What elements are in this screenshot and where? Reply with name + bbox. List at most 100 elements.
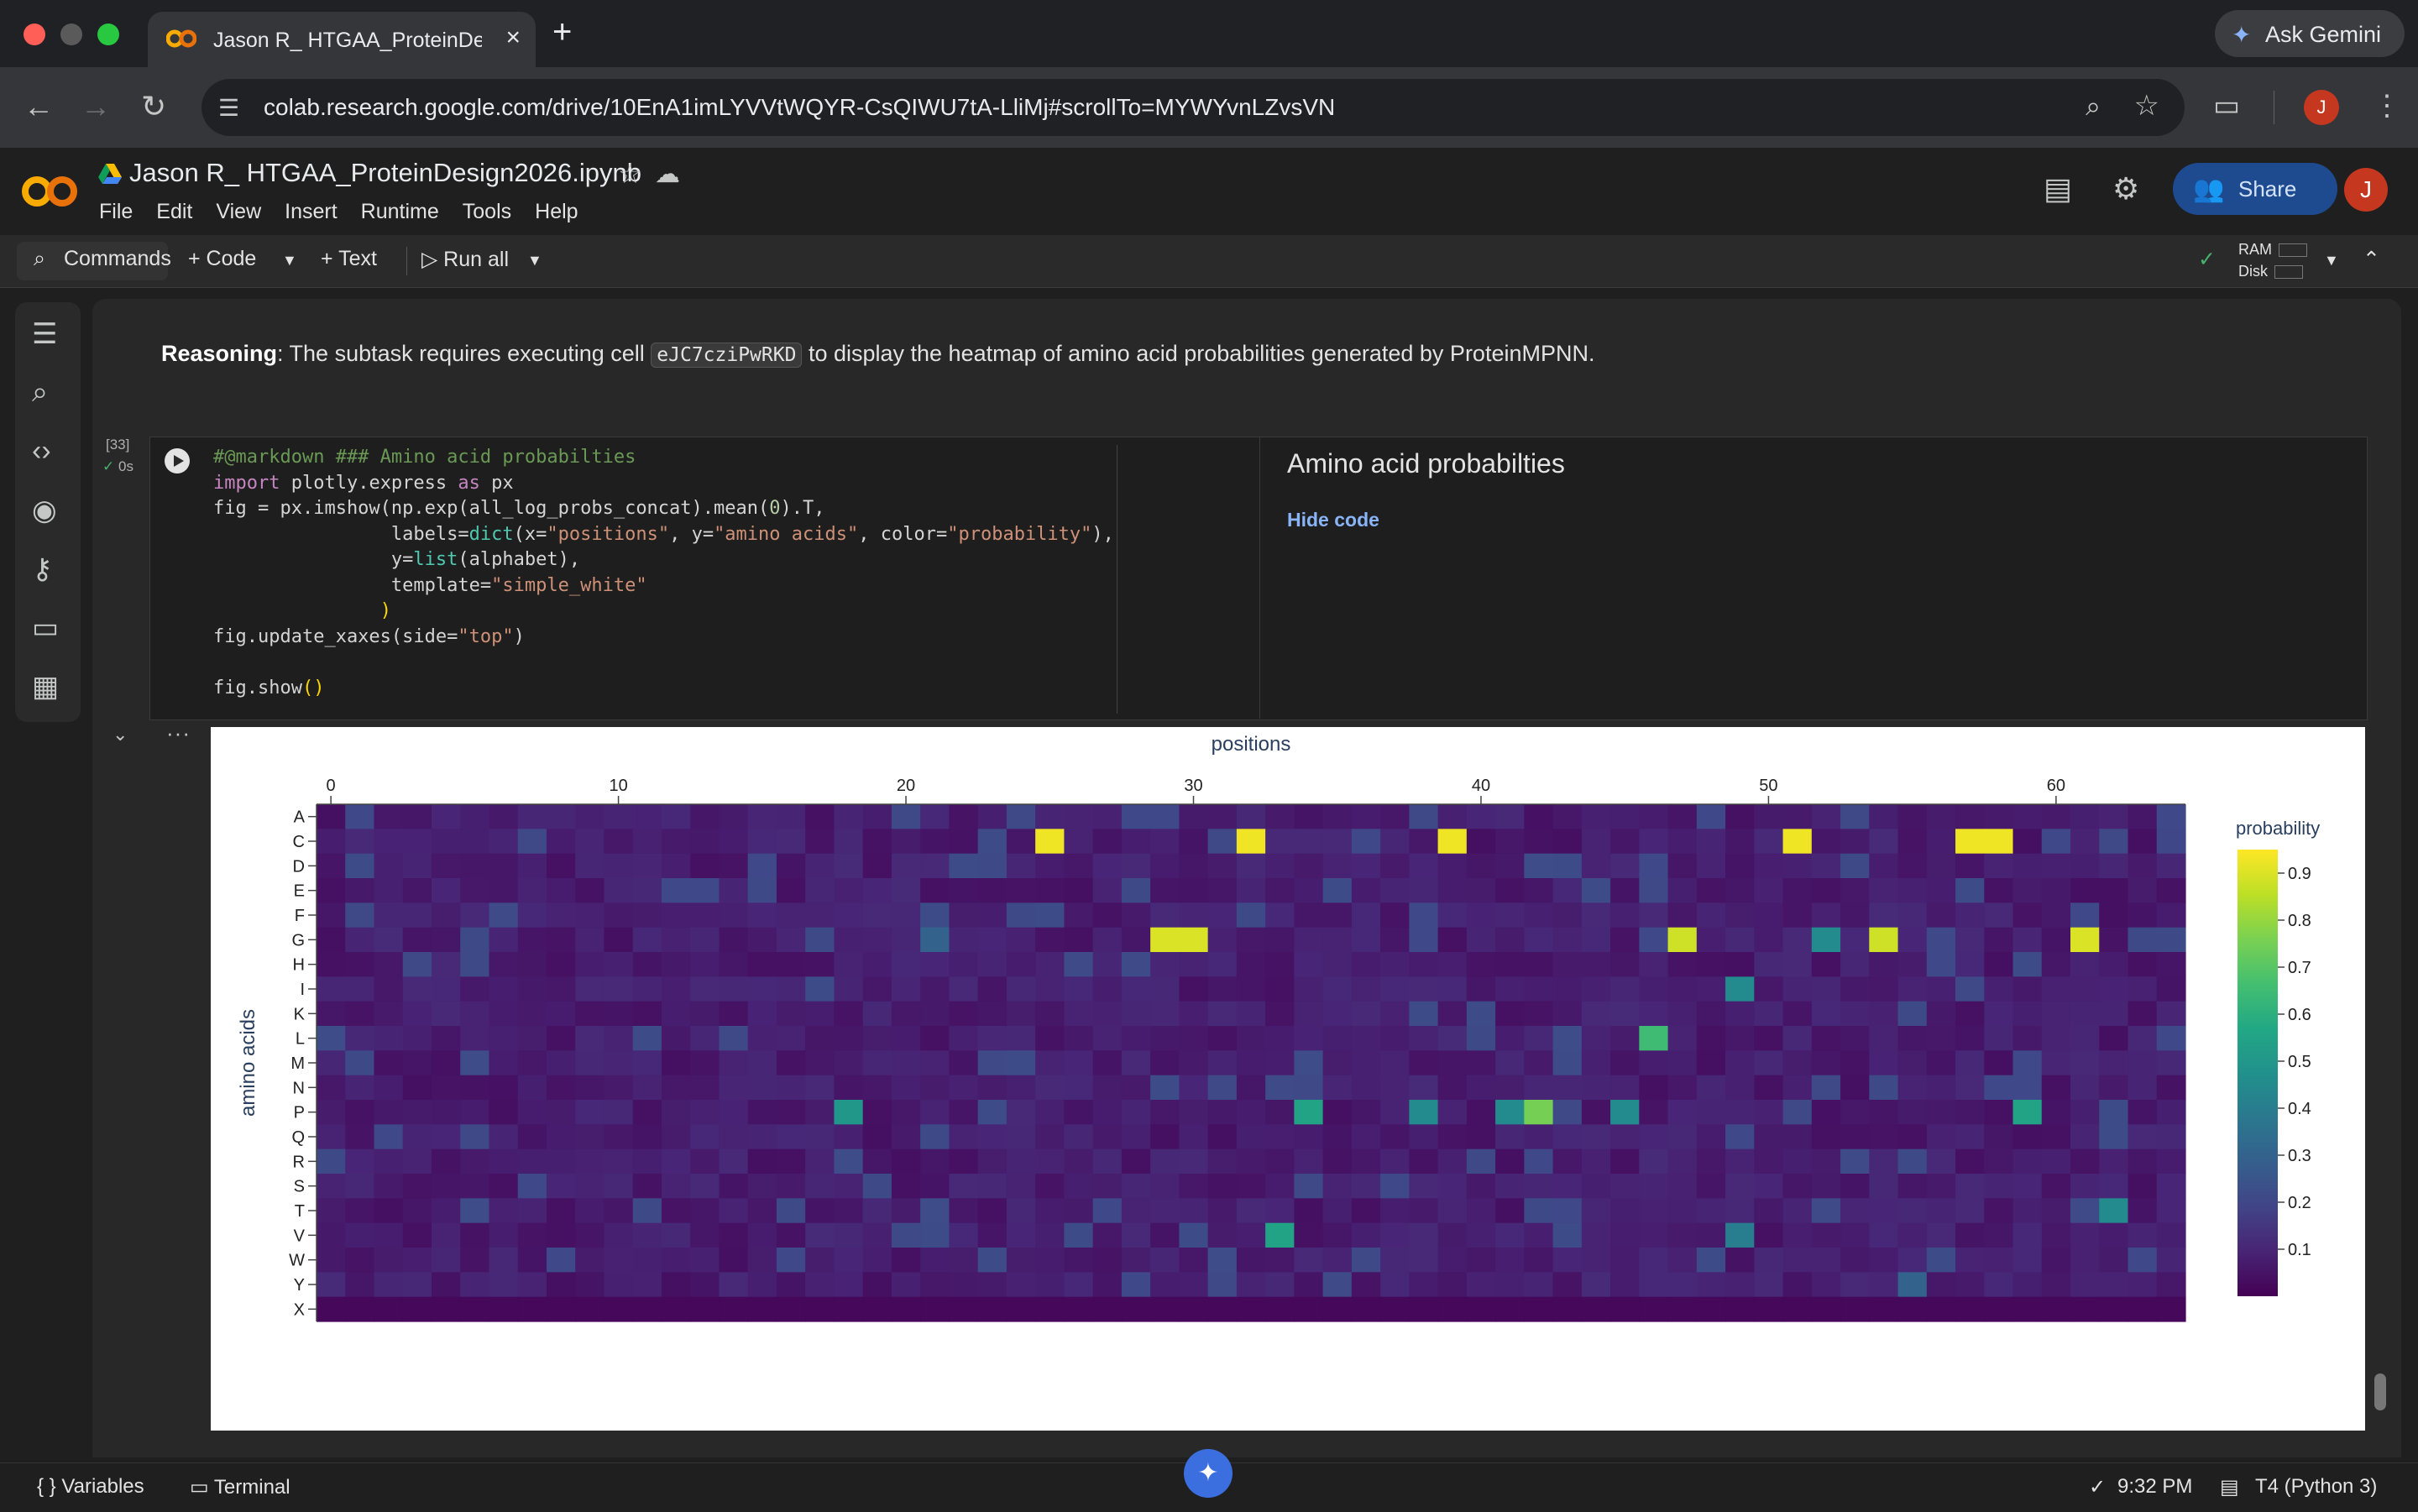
resource-meter[interactable]: RAM Disk <box>2238 238 2307 282</box>
heatmap-cell <box>1150 1001 1180 1027</box>
heatmap-cell <box>1409 1272 1439 1298</box>
heatmap-cell <box>1179 829 1209 855</box>
menu-runtime[interactable]: Runtime <box>361 200 439 224</box>
account-avatar[interactable]: J <box>2344 168 2388 212</box>
heatmap-cell <box>317 976 346 1002</box>
back-arrow-icon[interactable]: ← <box>24 89 54 124</box>
heatmap-cell <box>949 1222 979 1248</box>
heatmap-cell <box>2128 1198 2158 1224</box>
menu-tools[interactable]: Tools <box>463 200 511 224</box>
terminal-button[interactable]: ▭ Terminal <box>190 1475 290 1499</box>
new-tab-button[interactable]: + <box>552 13 572 51</box>
plotly-figure[interactable]: positions 0 10 20 30 40 50 60 amino acids A C D E F G H… <box>211 727 2365 1431</box>
menu-edit[interactable]: Edit <box>156 200 192 224</box>
runtime-dropdown-icon[interactable]: ▼ <box>2324 252 2339 269</box>
heatmap-cell <box>862 902 892 929</box>
heatmap-cell <box>1725 952 1755 977</box>
heatmap-cell <box>1265 804 1295 829</box>
heatmap-cell <box>1581 1272 1611 1298</box>
heatmap-cell <box>2128 1075 2158 1101</box>
run-all-button[interactable]: ▷ Run all <box>421 247 509 272</box>
site-info-icon[interactable]: ☰ <box>218 94 239 122</box>
colab-logo-icon[interactable] <box>20 171 79 212</box>
run-all-dropdown-icon[interactable]: ▼ <box>527 252 542 269</box>
browser-menu-icon[interactable]: ⋮ <box>2373 89 2401 123</box>
run-cell-button[interactable] <box>165 448 190 473</box>
scrollbar-thumb[interactable] <box>2374 1373 2386 1410</box>
heatmap-cell <box>604 1075 634 1101</box>
heatmap-cell <box>891 1272 921 1298</box>
add-code-dropdown-icon[interactable]: ▼ <box>282 252 297 269</box>
heatmap-cell <box>1150 1050 1180 1076</box>
menu-file[interactable]: File <box>99 200 133 224</box>
heatmap-cell <box>1897 1100 1928 1125</box>
tab-search-icon[interactable]: ▭ <box>2213 89 2240 123</box>
reload-icon[interactable]: ↻ <box>141 89 166 124</box>
ask-gemini-button[interactable]: ✦ Ask Gemini <box>2215 10 2405 57</box>
add-code-button[interactable]: + Code <box>188 247 256 271</box>
heatmap-cell <box>661 853 691 879</box>
address-bar[interactable]: ☰ colab.research.google.com/drive/10EnA1… <box>202 79 2185 136</box>
variables-button[interactable]: { } Variables <box>37 1475 144 1499</box>
minimize-window-button[interactable] <box>60 24 82 45</box>
heatmap-cell <box>1179 1198 1209 1224</box>
heatmap-cell <box>2099 1001 2129 1027</box>
settings-gear-icon[interactable]: ⚙ <box>2112 171 2139 207</box>
heatmap-cell <box>374 1198 404 1224</box>
table-of-contents-icon[interactable]: ☰ <box>32 317 57 351</box>
gemini-assist-icon[interactable]: ✦ <box>1184 1449 1233 1498</box>
menu-help[interactable]: Help <box>535 200 578 224</box>
browser-tab[interactable]: Jason R_ HTGAA_ProteinDesi × <box>148 12 536 67</box>
heatmap-cell <box>1064 878 1094 903</box>
variables-inspector-icon[interactable]: ◉ <box>32 494 57 527</box>
menu-view[interactable]: View <box>216 200 261 224</box>
code-editor[interactable]: #@markdown ### Amino acid probabilties i… <box>213 445 1117 714</box>
heatmap-cell <box>374 1296 404 1322</box>
collapse-header-icon[interactable]: ⌃ <box>2363 247 2380 272</box>
close-tab-icon[interactable]: × <box>505 24 521 52</box>
collapse-output-icon[interactable]: ⌄ <box>113 724 128 746</box>
comments-icon[interactable]: ▤ <box>2044 171 2072 207</box>
files-folder-icon[interactable]: ▭ <box>32 611 59 645</box>
heatmap-cell <box>834 1148 864 1175</box>
heatmap-cell <box>2070 1174 2100 1199</box>
code-snippets-icon[interactable]: ‹› <box>32 435 51 468</box>
secrets-key-icon[interactable]: ⚷ <box>32 552 53 586</box>
form-pane: Amino acid probabilties Hide code <box>1259 437 2367 719</box>
heatmap-cell <box>1524 1198 1554 1224</box>
data-table-icon[interactable]: ▦ <box>32 670 59 704</box>
heatmap-cell <box>1466 902 1496 929</box>
maximize-window-button[interactable] <box>97 24 119 45</box>
heatmap-chart: positions0 10 20 30 40 50 60amino acidsACDEFGH… <box>237 733 2320 1322</box>
cell-id-code: eJC7cziPwRKD <box>651 343 803 368</box>
heatmap-cell <box>776 952 806 977</box>
hide-code-link[interactable]: Hide code <box>1287 509 1379 531</box>
menu-insert[interactable]: Insert <box>285 200 338 224</box>
output-actions-icon[interactable]: ··· <box>166 720 191 746</box>
runtime-type[interactable]: T4 (Python 3) <box>2255 1475 2377 1499</box>
heatmap-cell <box>2128 927 2158 953</box>
add-text-button[interactable]: + Text <box>321 247 377 271</box>
notebook-title[interactable]: Jason R_ HTGAA_ProteinDesign2026.ipynb <box>129 158 641 188</box>
heatmap-cell <box>460 902 490 929</box>
heatmap-cell <box>1265 1001 1295 1027</box>
forward-arrow-icon[interactable]: → <box>81 89 111 124</box>
heatmap-cell <box>1926 1296 1956 1322</box>
status-time: 9:32 PM <box>2117 1475 2193 1498</box>
share-button[interactable]: 👥 Share <box>2173 163 2337 215</box>
heatmap-cell <box>489 1198 519 1224</box>
heatmap-cell <box>891 1248 921 1273</box>
close-window-button[interactable] <box>24 24 45 45</box>
bookmark-star-icon[interactable]: ☆ <box>2134 89 2159 123</box>
star-notebook-icon[interactable]: ☆ <box>618 158 642 190</box>
heatmap-cell <box>1236 1124 1266 1150</box>
profile-avatar[interactable]: J <box>2304 90 2339 125</box>
heatmap-cell <box>1409 1100 1439 1125</box>
find-replace-icon[interactable]: ⌕ <box>32 376 48 409</box>
heatmap-cell <box>2156 1222 2186 1248</box>
heatmap-cell <box>1294 1001 1324 1027</box>
heatmap-cell <box>1092 829 1123 855</box>
heatmap-cell <box>1897 1272 1928 1298</box>
zoom-icon[interactable]: ⌕ <box>2086 91 2101 123</box>
reasoning-text-cell[interactable]: Reasoning: The subtask requires executin… <box>161 336 1672 373</box>
